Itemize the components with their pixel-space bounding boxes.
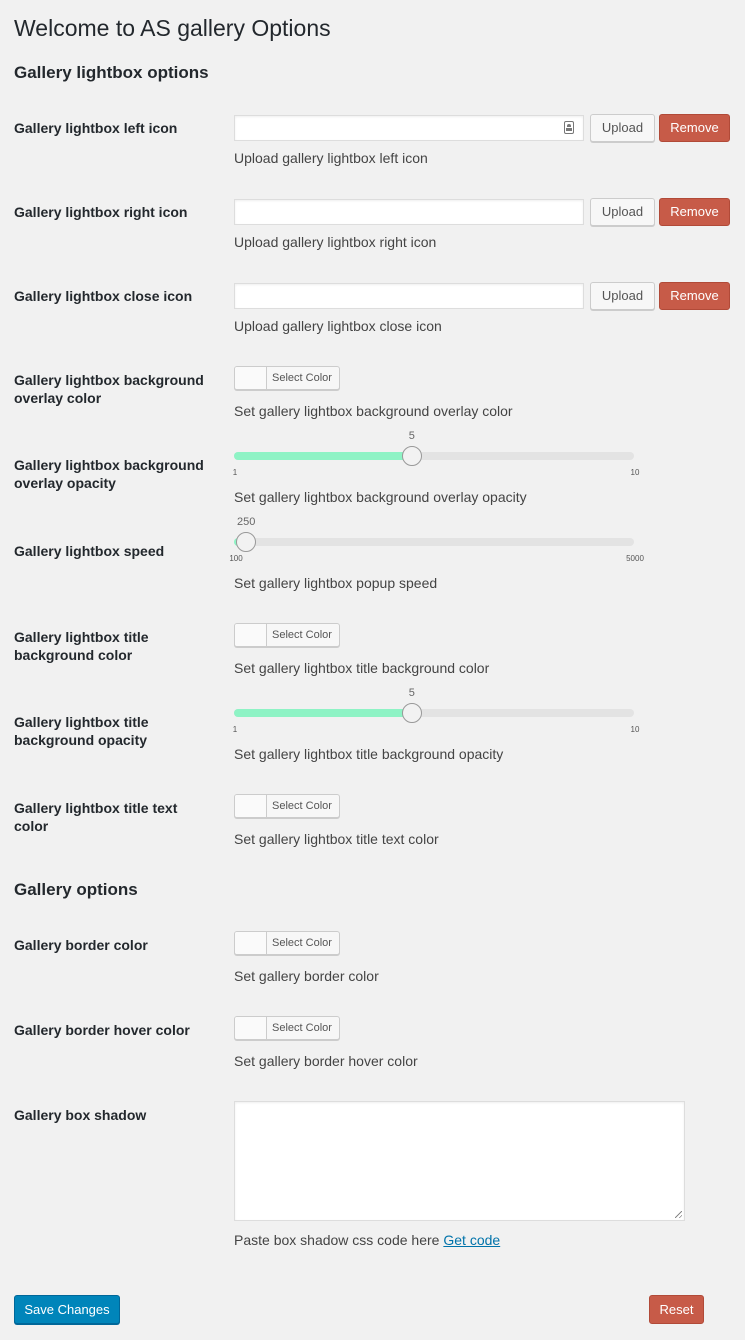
label-border-hover-color: Gallery border hover color — [14, 1022, 190, 1038]
border-color-picker[interactable]: Select Color — [234, 931, 340, 955]
slider-fill — [234, 709, 412, 717]
select-color-label: Select Color — [272, 937, 332, 949]
slider-value: 5 — [408, 430, 415, 442]
overlay-color-description: Set gallery lightbox background overlay … — [234, 403, 513, 419]
slider-min-label: 1 — [232, 725, 238, 734]
left-icon-upload-button[interactable]: Upload — [590, 114, 655, 142]
box-shadow-textarea[interactable] — [234, 1101, 685, 1221]
overlay-opacity-description: Set gallery lightbox background overlay … — [234, 489, 527, 505]
section-title-gallery: Gallery options — [14, 880, 138, 899]
right-icon-upload-button[interactable]: Upload — [590, 198, 655, 226]
reset-button[interactable]: Reset — [649, 1295, 704, 1324]
color-swatch — [235, 367, 267, 389]
right-icon-remove-button[interactable]: Remove — [659, 198, 730, 226]
title-bg-color-description: Set gallery lightbox title background co… — [234, 660, 490, 676]
slider-min-label: 100 — [229, 554, 243, 563]
title-text-color-description: Set gallery lightbox title text color — [234, 831, 439, 847]
contact-card-icon — [564, 121, 574, 134]
color-swatch — [235, 1017, 267, 1039]
slider-handle[interactable] — [236, 532, 257, 552]
border-color-description: Set gallery border color — [234, 968, 379, 984]
right-icon-description: Upload gallery lightbox right icon — [234, 234, 437, 250]
slider-max-label: 10 — [630, 468, 640, 477]
title-text-color-picker[interactable]: Select Color — [234, 794, 340, 818]
label-overlay-opacity: Gallery lightbox background overlay opac… — [14, 457, 204, 491]
overlay-color-picker[interactable]: Select Color — [234, 366, 340, 390]
slider-handle[interactable] — [401, 446, 422, 466]
close-icon-input[interactable] — [234, 283, 584, 309]
label-close-icon: Gallery lightbox close icon — [14, 288, 193, 304]
close-icon-description: Upload gallery lightbox close icon — [234, 318, 442, 334]
label-left-icon: Gallery lightbox left icon — [14, 120, 178, 136]
box-shadow-description-text: Paste box shadow css code here — [234, 1232, 440, 1248]
slider-value: 250 — [237, 516, 256, 528]
color-swatch — [235, 795, 267, 817]
color-swatch — [235, 932, 267, 954]
box-shadow-description: Paste box shadow css code here Get code — [234, 1231, 500, 1249]
speed-slider[interactable] — [234, 532, 634, 552]
label-title-bg-opacity: Gallery lightbox title background opacit… — [14, 714, 149, 748]
close-icon-remove-button[interactable]: Remove — [659, 282, 730, 310]
overlay-opacity-slider[interactable] — [234, 446, 634, 466]
section-title-lightbox: Gallery lightbox options — [14, 63, 209, 82]
slider-value: 5 — [408, 687, 415, 699]
title-bg-opacity-description: Set gallery lightbox title background op… — [234, 746, 504, 762]
title-bg-opacity-slider[interactable] — [234, 703, 634, 723]
select-color-label: Select Color — [272, 1022, 332, 1034]
close-icon-upload-button[interactable]: Upload — [590, 282, 655, 310]
page-title: Welcome to AS gallery Options — [14, 15, 331, 41]
border-hover-color-description: Set gallery border hover color — [234, 1053, 418, 1069]
color-swatch — [235, 624, 267, 646]
left-icon-input[interactable] — [234, 115, 584, 141]
right-icon-input[interactable] — [234, 199, 584, 225]
slider-max-label: 10 — [630, 725, 640, 734]
label-title-bg-color: Gallery lightbox title background color — [14, 629, 149, 663]
label-title-text-color: Gallery lightbox title text color — [14, 800, 178, 834]
slider-max-label: 5000 — [626, 554, 644, 563]
select-color-label: Select Color — [272, 629, 332, 641]
left-icon-remove-button[interactable]: Remove — [659, 114, 730, 142]
label-border-color: Gallery border color — [14, 937, 148, 953]
resize-handle-icon[interactable] — [675, 1211, 682, 1218]
left-icon-description: Upload gallery lightbox left icon — [234, 150, 428, 166]
label-box-shadow: Gallery box shadow — [14, 1107, 147, 1123]
select-color-label: Select Color — [272, 372, 332, 384]
label-right-icon: Gallery lightbox right icon — [14, 204, 188, 220]
slider-handle[interactable] — [401, 703, 422, 723]
label-speed: Gallery lightbox speed — [14, 543, 165, 559]
slider-fill — [234, 452, 412, 460]
slider-min-label: 1 — [232, 468, 238, 477]
speed-description: Set gallery lightbox popup speed — [234, 575, 438, 591]
label-overlay-color: Gallery lightbox background overlay colo… — [14, 372, 204, 406]
title-bg-color-picker[interactable]: Select Color — [234, 623, 340, 647]
border-hover-color-picker[interactable]: Select Color — [234, 1016, 340, 1040]
save-changes-button[interactable]: Save Changes — [14, 1295, 120, 1324]
select-color-label: Select Color — [272, 800, 332, 812]
get-code-link[interactable]: Get code — [443, 1232, 500, 1248]
